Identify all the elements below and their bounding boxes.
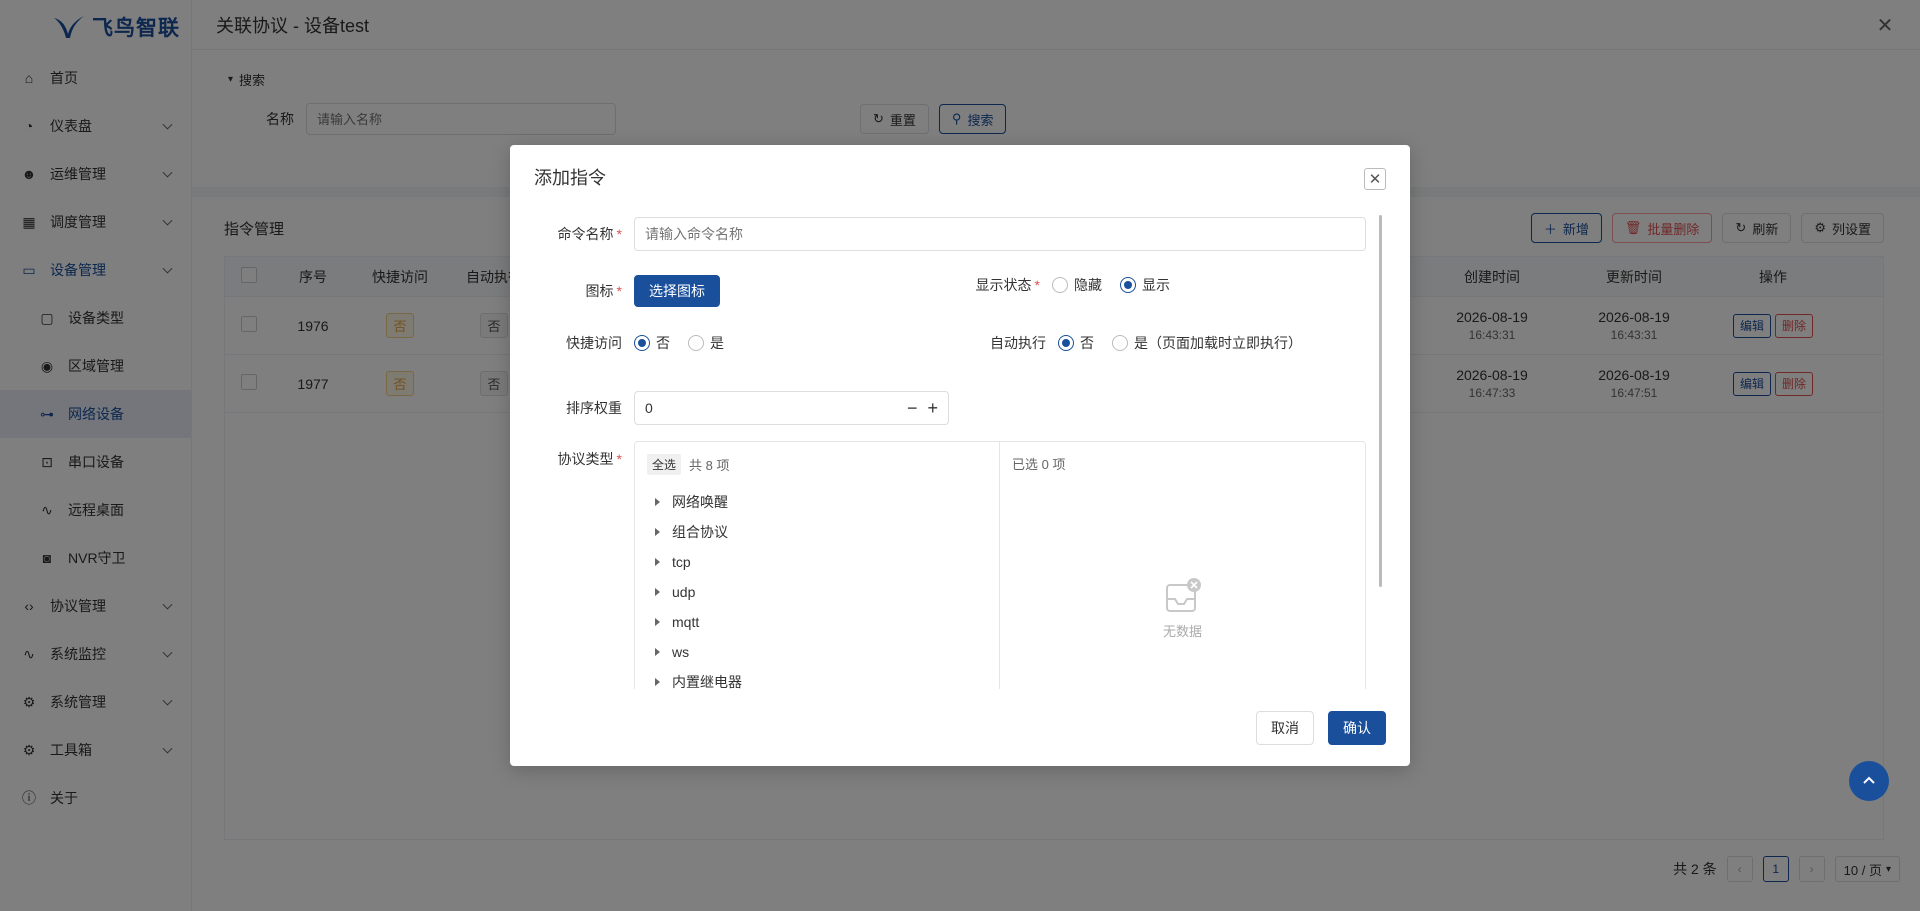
display-status-radio-group: 隐藏 显示 [1052,275,1170,295]
radio-label: 否 [656,335,670,351]
caret-right-icon[interactable] [655,678,660,686]
radio-label: 隐藏 [1074,277,1102,293]
radio-label: 显示 [1142,277,1170,293]
command-name-label: 命令名称 * [557,226,622,242]
icon-label-text: 图标 [585,283,614,299]
auto-exec-no-radio[interactable]: 否 [1058,333,1094,353]
auto-exec-label: 自动执行 [990,335,1046,351]
tree-item-label: mqtt [672,614,700,630]
quick-access-row: 快捷访问 否 是 [510,333,724,353]
empty-inbox-icon [1165,578,1201,612]
select-all-button[interactable]: 全选 [647,454,682,475]
quick-access-no-radio[interactable]: 否 [634,333,670,353]
modal-body: 命令名称* 图标* 选择图标 显示状态* 隐藏 显示 快捷访问 否 是 自动执行 [510,209,1390,689]
caret-right-icon[interactable] [655,528,660,536]
radio-circle [1112,335,1128,351]
transfer-target-header: 已选 0 项 [1000,442,1365,485]
tree-item[interactable]: 网络唤醒 [635,487,999,517]
tree-item[interactable]: tcp [635,547,999,577]
quick-access-radio-group: 否 是 [634,333,724,353]
transfer-source-header: 全选 共 8 项 [635,442,999,487]
protocol-type-label-text: 协议类型 [557,451,614,467]
display-status-row: 显示状态 * 隐藏 显示 [956,275,1170,295]
radio-label: 否 [1080,335,1094,351]
protocol-type-label: 协议类型 * [557,451,622,467]
protocol-transfer: 全选 共 8 项 网络唤醒组合协议 tcp udp mqtt ws 内置继电器 已选 0 … [634,441,1366,689]
display-status-label-text: 显示状态 [975,277,1032,293]
plus-icon[interactable]: + [927,398,938,419]
sort-weight-label: 排序权重 [566,400,622,416]
modal-title: 添加指令 [534,168,606,188]
chevron-up-icon [1863,776,1875,784]
back-to-top-button[interactable] [1849,761,1889,801]
radio-circle [1052,277,1068,293]
stepper-controls: − + [907,398,938,419]
tree-item[interactable]: mqtt [635,607,999,637]
icon-label: 图标 * [585,283,622,299]
choose-icon-button[interactable]: 选择图标 [634,275,720,307]
transfer-total: 共 8 项 [689,458,730,473]
command-name-input[interactable] [634,217,1366,251]
radio-circle [634,335,650,351]
radio-circle [688,335,704,351]
protocol-type-row: 协议类型 * [510,449,634,469]
quick-access-yes-radio[interactable]: 是 [688,333,724,353]
tree-item-label: 组合协议 [672,524,728,540]
auto-exec-row: 自动执行 否 是（页面加载时立即执行） [956,333,1302,353]
command-name-row: 命令名称 * [510,217,1366,251]
tree-item-label: 内置继电器 [672,674,742,689]
sort-weight-row: 排序权重 0 − + [510,391,949,425]
empty-state: 无数据 [1000,577,1365,640]
sort-weight-stepper[interactable]: 0 − + [634,391,949,425]
display-status-label: 显示状态 * [975,277,1040,293]
cancel-button[interactable]: 取消 [1256,711,1314,745]
tree-item[interactable]: ws [635,637,999,667]
auto-exec-yes-radio[interactable]: 是（页面加载时立即执行） [1112,333,1302,353]
radio-circle [1058,335,1074,351]
command-name-label-text: 命令名称 [557,226,614,242]
caret-right-icon[interactable] [655,558,660,566]
empty-text: 无数据 [1162,624,1202,639]
confirm-button[interactable]: 确认 [1328,711,1386,745]
close-icon[interactable]: ✕ [1364,168,1386,190]
transfer-target-pane: 已选 0 项 无数据 [1000,442,1365,689]
auto-exec-radio-group: 否 是（页面加载时立即执行） [1058,333,1302,353]
add-command-modal: 添加指令 ✕ 命令名称* 图标* 选择图标 显示状态* 隐藏 显示 快捷访问 否… [510,145,1410,766]
minus-icon[interactable]: − [907,398,918,419]
icon-row: 图标 * 选择图标 [510,275,720,307]
radio-label: 是（页面加载时立即执行） [1134,335,1302,351]
caret-right-icon[interactable] [655,648,660,656]
transfer-source-pane: 全选 共 8 项 网络唤醒组合协议 tcp udp mqtt ws 内置继电器 [635,442,1000,689]
protocol-tree: 网络唤醒组合协议 tcp udp mqtt ws 内置继电器 [635,487,999,689]
display-hidden-radio[interactable]: 隐藏 [1052,275,1102,295]
selected-count: 已选 0 项 [1012,457,1066,472]
quick-access-label: 快捷访问 [566,335,622,351]
sort-weight-value: 0 [645,400,653,416]
caret-right-icon[interactable] [655,588,660,596]
tree-item-label: udp [672,584,696,600]
radio-label: 是 [710,335,724,351]
tree-item[interactable]: 内置继电器 [635,667,999,689]
tree-item[interactable]: 组合协议 [635,517,999,547]
display-shown-radio[interactable]: 显示 [1120,275,1170,295]
caret-right-icon[interactable] [655,618,660,626]
radio-circle [1120,277,1136,293]
tree-item-label: 网络唤醒 [672,494,728,510]
modal-header: 添加指令 [510,145,1410,209]
tree-item[interactable]: udp [635,577,999,607]
modal-footer: 取消 确认 [510,690,1410,766]
tree-item-label: ws [672,644,690,660]
caret-right-icon[interactable] [655,498,660,506]
tree-item-label: tcp [672,554,691,570]
